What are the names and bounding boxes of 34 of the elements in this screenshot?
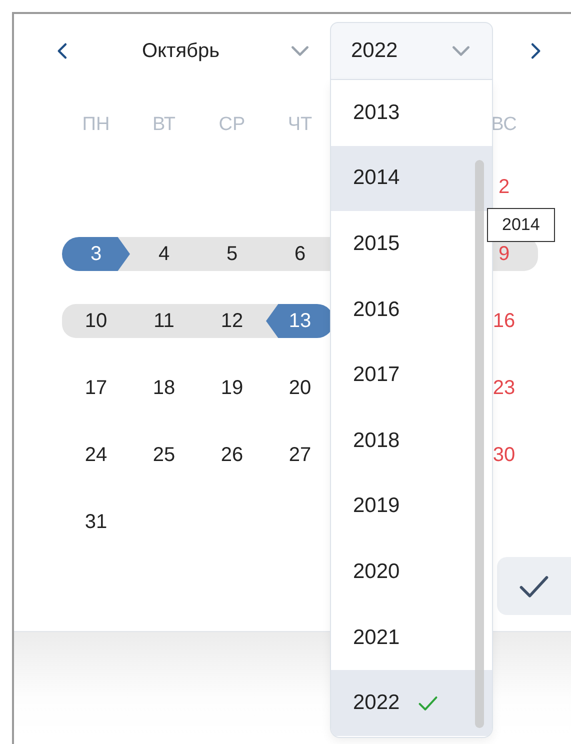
year-option[interactable]: 2016 bbox=[331, 276, 492, 342]
calendar-day[interactable]: 24 bbox=[62, 438, 130, 472]
calendar-day[interactable]: 18 bbox=[130, 371, 198, 405]
tooltip: 2014 bbox=[487, 208, 555, 242]
calendar-day[interactable]: 19 bbox=[198, 371, 266, 405]
year-option[interactable]: 2020 bbox=[331, 539, 492, 605]
calendar-day[interactable]: 25 bbox=[130, 438, 198, 472]
calendar-day[interactable]: 17 bbox=[62, 371, 130, 405]
year-option[interactable]: 2019 bbox=[331, 474, 492, 540]
calendar-day[interactable]: 26 bbox=[198, 438, 266, 472]
calendar-day[interactable]: 4 bbox=[130, 237, 198, 271]
weekday-label: ВТ bbox=[151, 113, 176, 137]
year-option[interactable]: 2017 bbox=[331, 342, 492, 408]
year-option[interactable]: 2021 bbox=[331, 604, 492, 670]
calendar-day[interactable]: 27 bbox=[266, 438, 334, 472]
confirm-button[interactable] bbox=[497, 557, 571, 615]
calendar-day[interactable]: 31 bbox=[62, 505, 130, 539]
year-option[interactable]: 2014 bbox=[331, 146, 492, 212]
weekday-label: ЧТ bbox=[286, 113, 314, 137]
year-option[interactable]: 2013 bbox=[331, 80, 492, 146]
year-option[interactable]: 2015 bbox=[331, 211, 492, 277]
calendar-day[interactable]: 12 bbox=[198, 304, 266, 338]
month-select[interactable]: Октябрь bbox=[123, 22, 311, 80]
year-select[interactable]: 2022 bbox=[330, 22, 493, 80]
calendar-day[interactable]: 20 bbox=[266, 371, 334, 405]
weekday-label: СР bbox=[218, 113, 246, 137]
calendar-day[interactable]: 11 bbox=[130, 304, 198, 338]
calendar-day[interactable]: 3 bbox=[62, 237, 130, 271]
scrollbar[interactable] bbox=[475, 160, 484, 728]
year-option[interactable]: 2018 bbox=[331, 408, 492, 474]
weekday-label: ПН bbox=[81, 113, 111, 137]
calendar-day[interactable]: 10 bbox=[62, 304, 130, 338]
year-option[interactable]: 2022 bbox=[331, 670, 492, 736]
calendar-day[interactable]: 5 bbox=[198, 237, 266, 271]
